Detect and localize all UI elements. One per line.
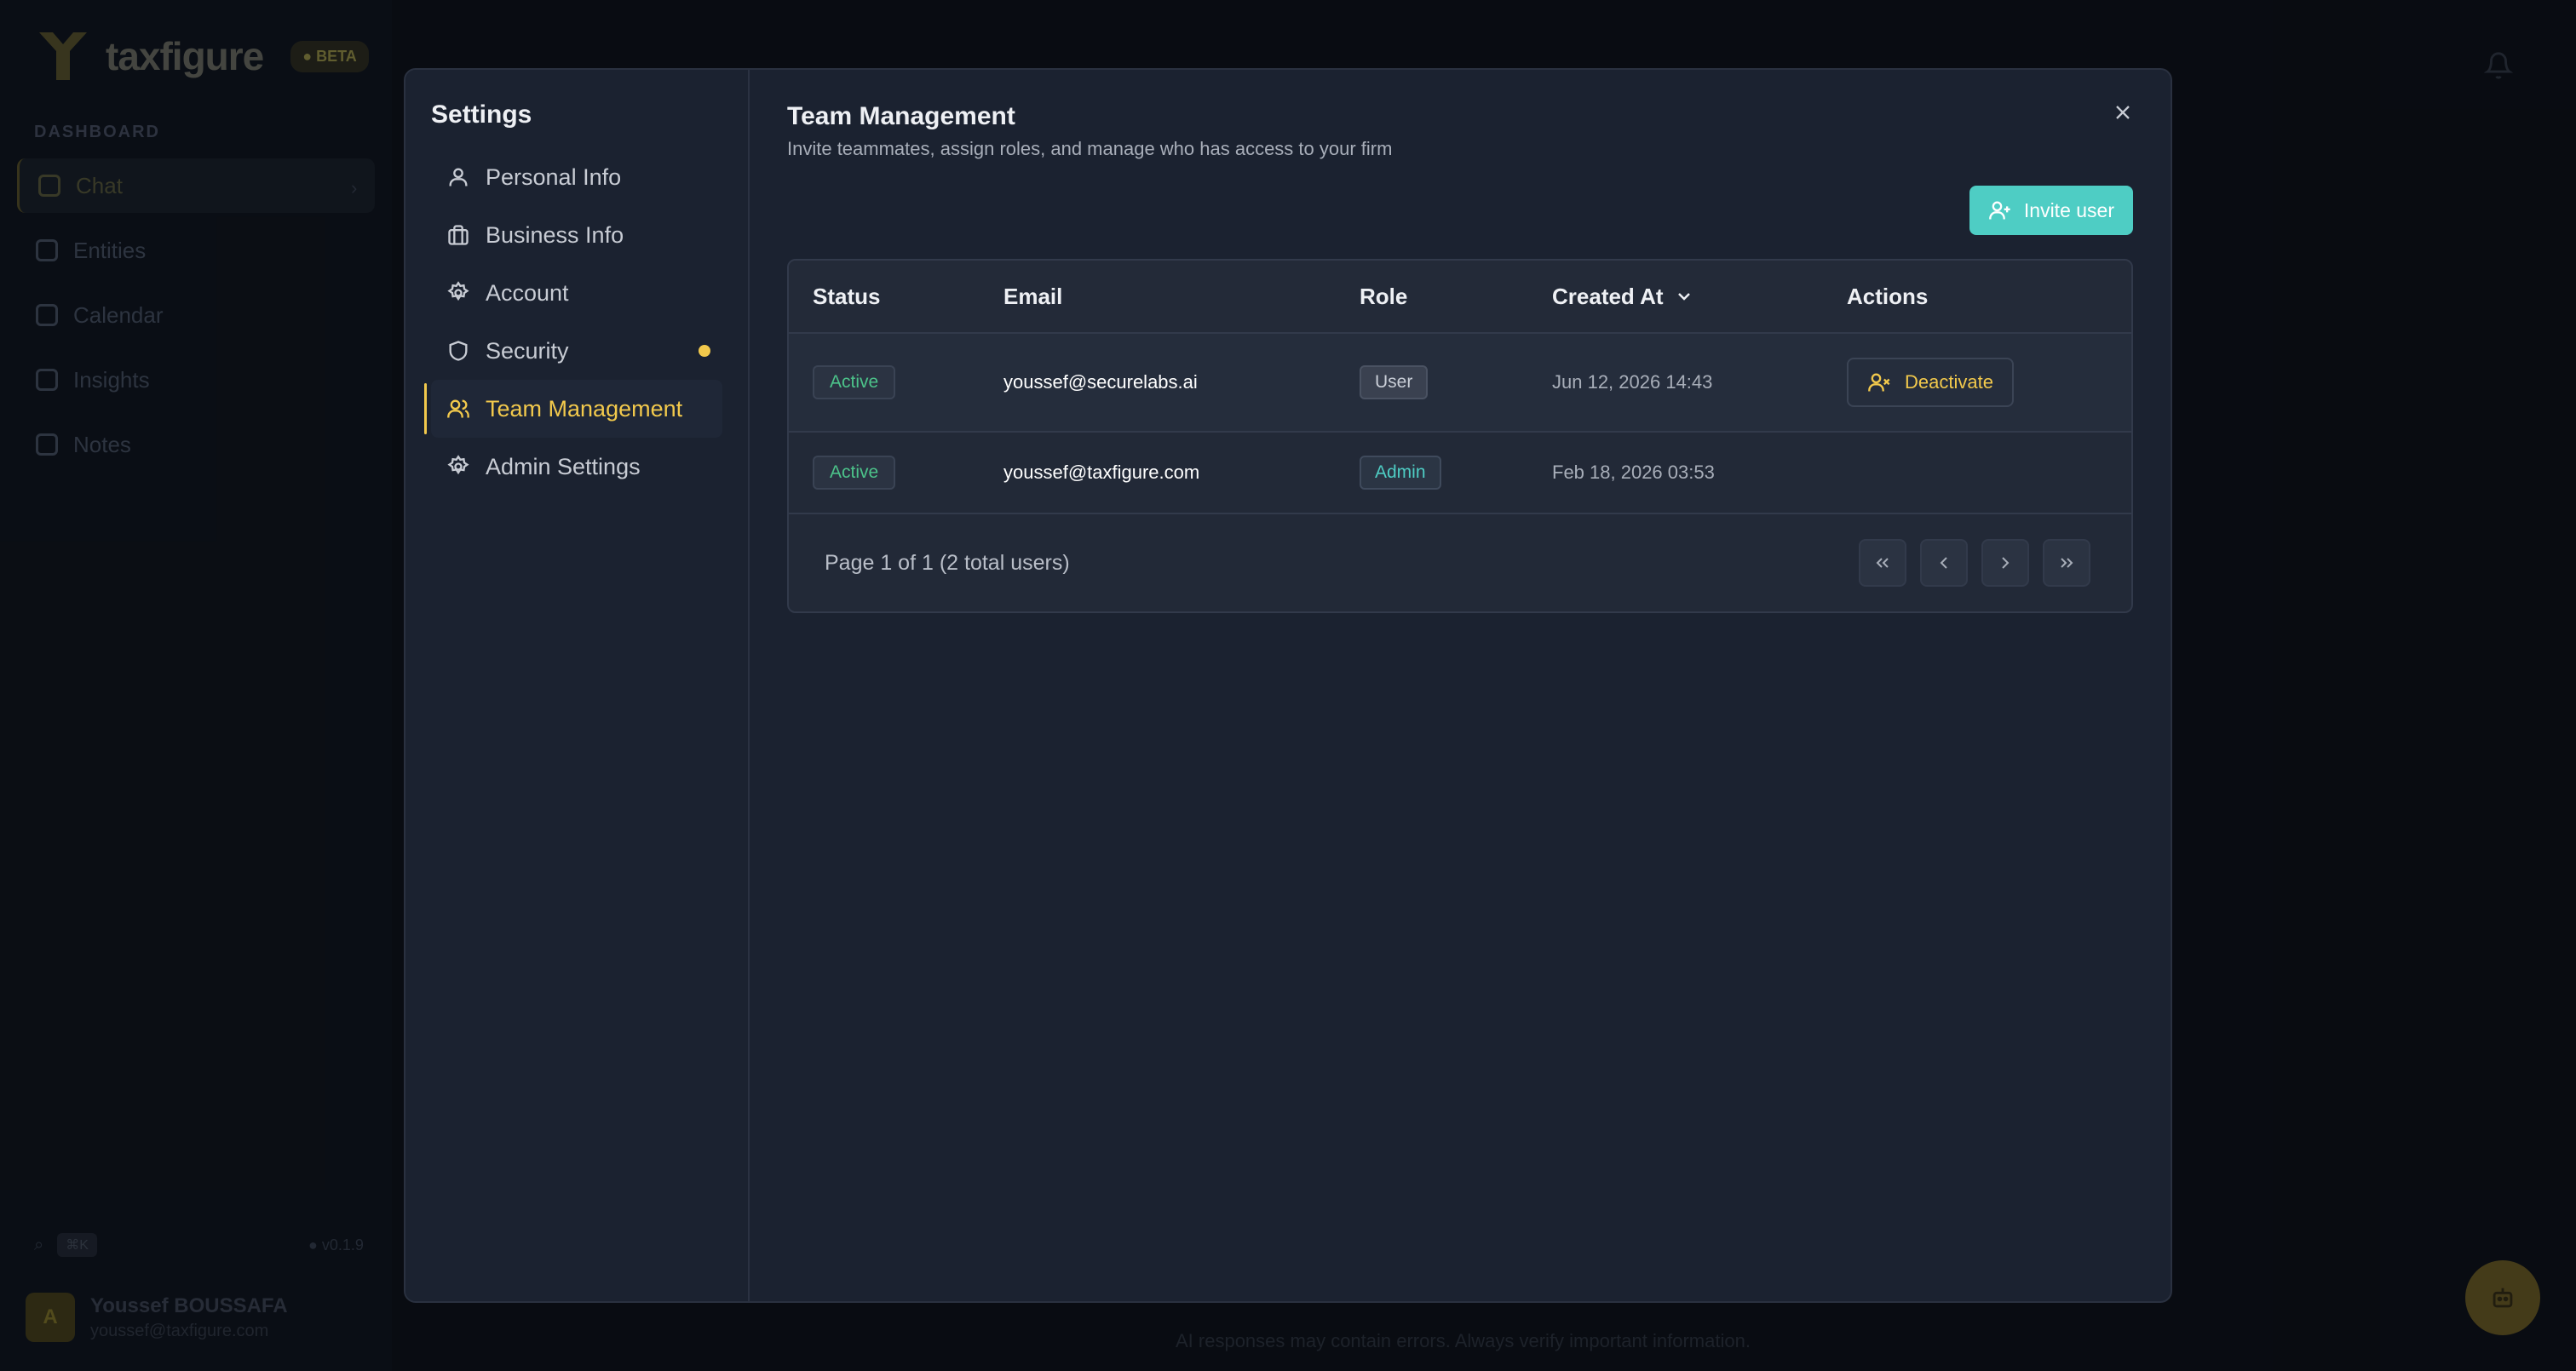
settings-item-label: Admin Settings	[486, 453, 641, 479]
users-icon	[447, 399, 469, 418]
gear-icon	[447, 281, 469, 301]
chevrons-right-icon	[2061, 558, 2073, 568]
settings-item-security[interactable]: Security	[431, 322, 722, 380]
column-header-email: Email	[1003, 284, 1360, 310]
settings-item-label: Account	[486, 279, 569, 306]
status-cell: Active	[813, 456, 1003, 490]
gear-icon	[447, 455, 469, 475]
previous-page-button[interactable]	[1920, 539, 1968, 587]
column-header-status: Status	[813, 284, 1003, 310]
pager	[1859, 539, 2090, 587]
team-toolbar: Invite user	[787, 186, 2133, 235]
email-cell: youssef@taxfigure.com	[1003, 462, 1200, 483]
settings-item-label: Security	[486, 337, 569, 364]
next-page-button[interactable]	[1981, 539, 2029, 587]
column-header-label: Email	[1003, 283, 1063, 309]
table-row: Active youssef@taxfigure.com Admin Feb 1…	[789, 433, 2131, 514]
column-header-label: Role	[1360, 283, 1408, 309]
status-badge: Active	[813, 365, 896, 399]
created-at-cell: Feb 18, 2026 03:53	[1552, 462, 1715, 483]
deactivate-label: Deactivate	[1905, 371, 1993, 393]
column-header-role: Role	[1360, 284, 1552, 310]
deactivate-button[interactable]: Deactivate	[1847, 358, 2014, 407]
column-header-created-at[interactable]: Created At	[1552, 284, 1847, 310]
settings-item-personal-info[interactable]: Personal Info	[431, 148, 722, 206]
users-table: Status Email Role Created At Actions Act…	[787, 259, 2133, 613]
chevron-down-icon	[1677, 293, 1690, 301]
settings-item-team-management[interactable]: Team Management	[424, 380, 722, 438]
chevron-right-icon	[2002, 557, 2010, 569]
column-header-label: Actions	[1847, 283, 1929, 309]
user-plus-icon	[1989, 201, 2010, 220]
settings-item-business-info[interactable]: Business Info	[431, 206, 722, 264]
table-row: Active youssef@securelabs.ai User Jun 12…	[789, 334, 2131, 433]
status-cell: Active	[813, 365, 1003, 399]
column-header-label: Created At	[1552, 283, 1664, 309]
first-page-button[interactable]	[1859, 539, 1906, 587]
column-header-label: Status	[813, 283, 881, 309]
settings-item-admin-settings[interactable]: Admin Settings	[431, 438, 722, 496]
status-badge: Active	[813, 456, 896, 490]
settings-sidebar: Settings Personal Info Business Info Acc…	[405, 70, 750, 1301]
table-header: Status Email Role Created At Actions	[789, 261, 2131, 334]
user-icon	[449, 168, 468, 186]
last-page-button[interactable]	[2043, 539, 2090, 587]
briefcase-icon	[448, 225, 469, 245]
team-management-panel: Team Management Invite teammates, assign…	[750, 70, 2171, 1301]
settings-item-account[interactable]: Account	[431, 264, 722, 322]
notification-dot	[699, 345, 710, 357]
settings-item-label: Team Management	[486, 395, 683, 422]
role-badge: User	[1360, 365, 1429, 399]
settings-item-label: Personal Info	[486, 163, 622, 190]
user-x-icon	[1868, 373, 1890, 392]
column-header-actions: Actions	[1847, 284, 2131, 310]
close-icon	[2116, 106, 2130, 119]
chevrons-left-icon	[1876, 558, 1889, 568]
settings-title: Settings	[431, 100, 532, 129]
role-cell: User	[1360, 365, 1552, 399]
invite-user-button[interactable]: Invite user	[1969, 186, 2133, 235]
invite-user-label: Invite user	[2023, 198, 2114, 221]
email-cell: youssef@securelabs.ai	[1003, 371, 1198, 393]
shield-icon	[449, 341, 468, 361]
close-button[interactable]	[2106, 95, 2140, 129]
settings-modal: Settings Personal Info Business Info Acc…	[404, 68, 2172, 1303]
chevron-left-icon	[1940, 557, 1947, 569]
actions-cell: Deactivate	[1847, 358, 2131, 407]
settings-item-label: Business Info	[486, 221, 624, 248]
created-at-cell: Jun 12, 2026 14:43	[1552, 371, 1713, 393]
role-cell: Admin	[1360, 456, 1552, 490]
page-title: Team Management	[787, 102, 1015, 130]
role-badge: Admin	[1360, 456, 1441, 490]
table-pagination: Page 1 of 1 (2 total users)	[789, 514, 2131, 611]
page-subtitle: Invite teammates, assign roles, and mana…	[787, 138, 1393, 159]
page-info: Page 1 of 1 (2 total users)	[825, 550, 1070, 575]
